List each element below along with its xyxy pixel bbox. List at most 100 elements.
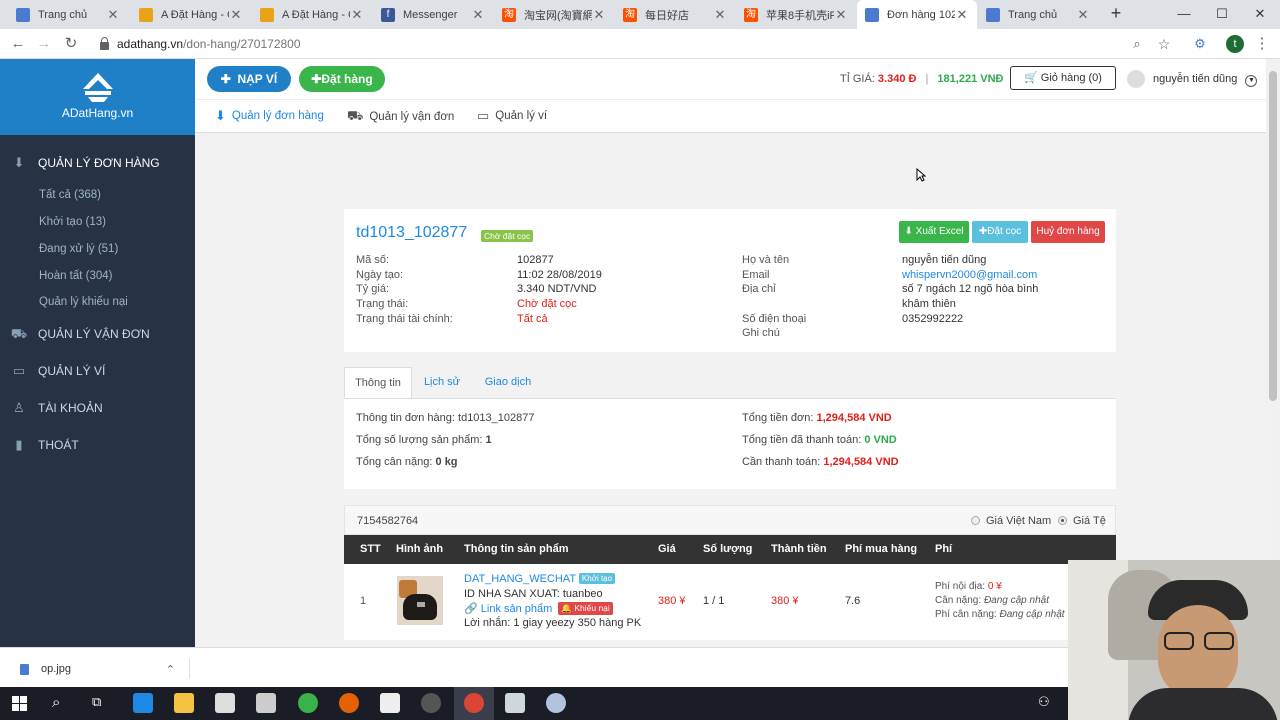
- forward-icon[interactable]: →: [34, 34, 54, 54]
- reload-icon[interactable]: ↻: [61, 34, 81, 54]
- column-header: Thành tiền: [771, 543, 827, 555]
- field-label: Trạng thái:: [356, 298, 409, 310]
- close-icon[interactable]: ✕: [350, 7, 364, 23]
- windows-start-icon[interactable]: [12, 696, 27, 711]
- amount-due: Cần thanh toán: 1,294,584 VND: [742, 456, 899, 468]
- product-name[interactable]: DAT_HANG_WECHAT: [464, 573, 576, 585]
- chevron-up-icon[interactable]: ⌃: [166, 663, 175, 676]
- close-icon[interactable]: ✕: [834, 7, 848, 23]
- chrome-icon[interactable]: [464, 693, 484, 713]
- browser-tab[interactable]: f Messenger ✕: [373, 0, 493, 29]
- browser-tab[interactable]: 淘 苹果8手机壳iPh ✕: [736, 0, 856, 29]
- logo[interactable]: ADatHang.vn: [0, 59, 195, 135]
- close-icon[interactable]: ✕: [471, 7, 485, 23]
- field-label: Email: [742, 269, 770, 281]
- paint-icon[interactable]: [546, 693, 566, 713]
- menu-icon[interactable]: ⋮: [1252, 34, 1272, 54]
- menu-wallet[interactable]: ▭ Quản lý ví: [477, 108, 547, 124]
- zoom-icon[interactable]: ⌕: [1127, 34, 1147, 54]
- user-menu[interactable]: nguyễn tiến dũng ▼: [1153, 73, 1258, 87]
- product-image[interactable]: [397, 576, 443, 625]
- export-excel-button[interactable]: ⬇ Xuất Excel: [899, 221, 969, 243]
- taobao-icon: 淘: [623, 7, 637, 22]
- menu-shipping[interactable]: ⛟ Quản lý vận đơn: [347, 108, 454, 126]
- avatar[interactable]: [1127, 70, 1145, 88]
- shop-header: 7154582764 Giá Việt Nam Giá Tệ: [344, 505, 1116, 535]
- extension-icon[interactable]: ⚙: [1190, 34, 1210, 54]
- new-order-button[interactable]: ✚Đặt hàng: [299, 66, 385, 92]
- tab-info[interactable]: Thông tin: [344, 367, 412, 398]
- cancel-order-button[interactable]: Huỷ đơn hàng: [1031, 221, 1105, 243]
- field-label: Số điện thoại: [742, 313, 807, 325]
- close-icon[interactable]: ✕: [713, 7, 727, 23]
- close-icon[interactable]: ✕: [106, 7, 120, 23]
- back-icon[interactable]: ←: [8, 34, 28, 54]
- browser-tab-active[interactable]: Đơn hàng 102877 ✕: [857, 0, 977, 29]
- mail-icon[interactable]: [256, 693, 276, 713]
- maximize-button[interactable]: ☐: [1202, 0, 1242, 29]
- photos-icon[interactable]: [380, 693, 400, 713]
- sidebar-section-account[interactable]: ♙ TÀI KHOẢN: [10, 398, 103, 418]
- column-header: STT: [360, 543, 381, 555]
- minimize-button[interactable]: —: [1164, 0, 1204, 29]
- sidebar-item-completed[interactable]: Hoàn tất (304): [39, 270, 113, 282]
- close-window-button[interactable]: ✕: [1240, 0, 1280, 29]
- scrollbar[interactable]: [1266, 59, 1280, 647]
- domestic-fee: Phí nội địa: 0 ¥: [935, 581, 1002, 592]
- field-label: Ghi chú: [742, 327, 780, 339]
- cursor-icon: [916, 168, 926, 182]
- tab-transactions[interactable]: Giao dịch: [477, 367, 539, 398]
- task-view-icon[interactable]: ⧉: [92, 694, 101, 710]
- people-icon[interactable]: ⚇: [1038, 694, 1050, 710]
- customer-name: nguyễn tiến dũng: [902, 254, 987, 266]
- customer-address-line2: khâm thiên: [902, 298, 956, 310]
- scrollbar-thumb[interactable]: [1269, 71, 1277, 401]
- app-icon[interactable]: [505, 693, 525, 713]
- edge-icon[interactable]: [133, 693, 153, 713]
- browser-tab[interactable]: A Đặt Hàng - C ✕: [131, 0, 251, 29]
- tab-history[interactable]: Lịch sử: [417, 367, 467, 398]
- cart-button[interactable]: 🛒 Giỏ hàng (0): [1010, 66, 1116, 90]
- price-cny-radio[interactable]: Giá Tệ: [1058, 515, 1106, 527]
- browser-tab[interactable]: Trang chủ ✕: [8, 0, 128, 29]
- sidebar-item-complaints[interactable]: Quản lý khiếu nại: [39, 296, 128, 308]
- sidebar-section-wallet[interactable]: ▭ QUẢN LÝ VÍ: [10, 361, 106, 381]
- total-quantity: Tổng số lượng sản phẩm: 1: [356, 434, 492, 446]
- close-icon[interactable]: ✕: [229, 7, 243, 23]
- sidebar-section-orders[interactable]: ⬇ QUẢN LÝ ĐƠN HÀNG: [10, 153, 160, 173]
- app-icon[interactable]: [298, 693, 318, 713]
- sidebar-item-all[interactable]: Tất cả (368): [39, 189, 101, 201]
- deposit-button[interactable]: ✚Đặt cọc: [972, 221, 1028, 243]
- sidebar-item-processing[interactable]: Đang xử lý (51): [39, 243, 118, 255]
- app-icon[interactable]: [421, 693, 441, 713]
- price-vn-radio[interactable]: Giá Việt Nam: [971, 515, 1051, 527]
- browser-tab[interactable]: 淘 每日好店 ✕: [615, 0, 735, 29]
- column-header: Phí: [935, 543, 953, 555]
- firefox-icon[interactable]: [339, 693, 359, 713]
- browser-tab[interactable]: Trang chủ ✕: [978, 0, 1098, 29]
- search-icon[interactable]: ⌕: [52, 694, 60, 711]
- close-icon[interactable]: ✕: [592, 7, 606, 23]
- close-icon[interactable]: ✕: [1076, 7, 1090, 23]
- folder-icon[interactable]: [174, 693, 194, 713]
- sidebar-section-shipping[interactable]: ⛟ QUẢN LÝ VẬN ĐƠN: [10, 324, 150, 344]
- store-icon[interactable]: [215, 693, 235, 713]
- url-input[interactable]: adathang.vn/don-hang/270172800: [92, 32, 1180, 56]
- webcam-overlay: [1068, 560, 1280, 720]
- customer-email[interactable]: whispervn2000@gmail.com: [902, 269, 1037, 281]
- new-tab-button[interactable]: +: [1096, 0, 1136, 29]
- financial-status: Tất cả: [517, 313, 548, 325]
- sidebar-item-created[interactable]: Khởi tạo (13): [39, 216, 106, 228]
- browser-tab[interactable]: 淘 淘宝网(淘寶網) ✕: [494, 0, 614, 29]
- star-icon[interactable]: ☆: [1154, 34, 1174, 54]
- sidebar-section-logout[interactable]: ▮ THOÁT: [10, 435, 78, 455]
- browser-tab[interactable]: A Đặt Hàng - C ✕: [252, 0, 372, 29]
- menu-orders[interactable]: ⬇ Quản lý đơn hàng: [215, 108, 324, 124]
- download-item[interactable]: op.jpg ⌃: [10, 659, 190, 679]
- complaint-button[interactable]: 🔔 Khiếu nại: [558, 602, 613, 615]
- topup-button[interactable]: ✚ NẠP VÍ: [207, 66, 291, 92]
- close-icon[interactable]: ✕: [955, 7, 969, 23]
- profile-avatar[interactable]: t: [1226, 35, 1244, 53]
- product-link[interactable]: 🔗 Link sản phẩm: [464, 603, 552, 615]
- product-note: Lời nhắn: 1 giay yeezy 350 hàng PK: [464, 617, 642, 629]
